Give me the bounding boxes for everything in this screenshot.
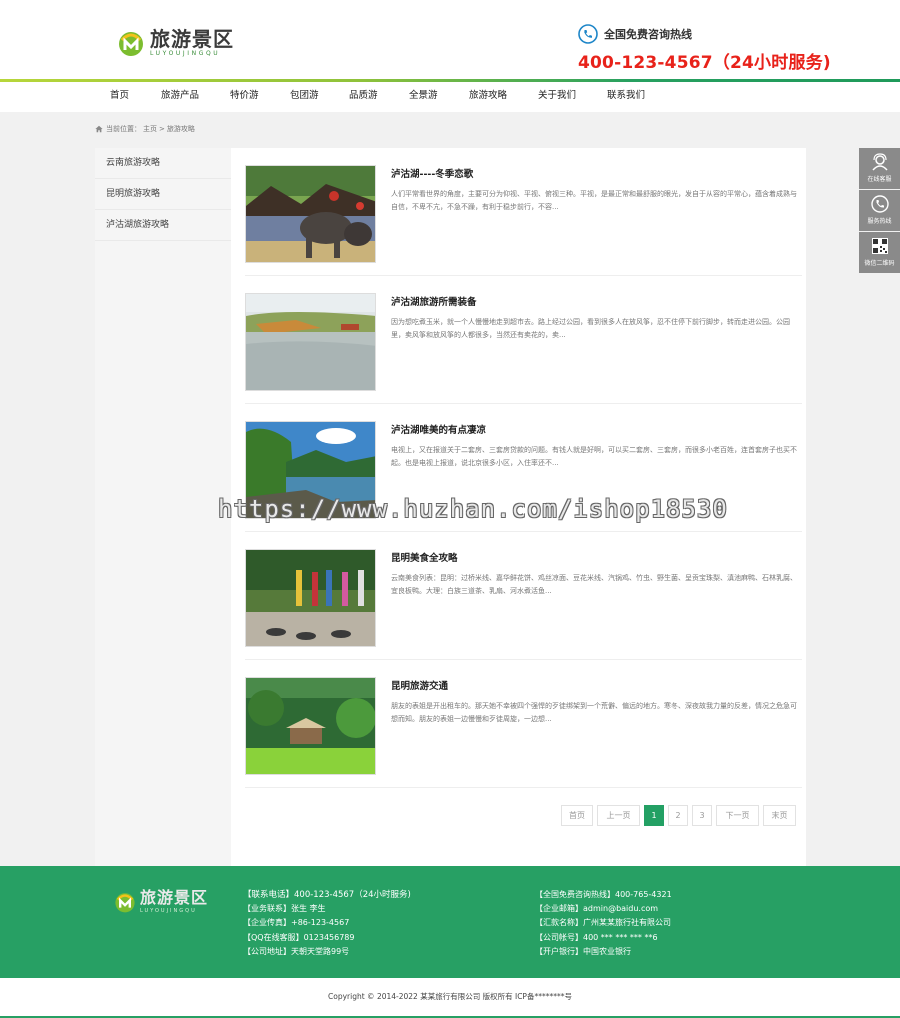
- article-item: 泸沽湖----冬季恋歌 人们平常看世界的角度，主要可分为仰视、平视、俯视三种。平…: [245, 148, 802, 276]
- phone-icon: [578, 24, 598, 44]
- footer-address: 【公司地址】天朝天堂路99号: [243, 946, 350, 956]
- article-thumbnail[interactable]: [245, 677, 376, 775]
- logo-mark-icon: [115, 893, 135, 913]
- sidebar-item-lugu-lake[interactable]: 泸沽湖旅游攻略: [95, 210, 231, 241]
- nav-panorama-tours[interactable]: 全景游: [409, 82, 438, 112]
- service-hotline-button[interactable]: 服务热线: [859, 190, 900, 231]
- page-first-button[interactable]: 首页: [561, 805, 593, 826]
- footer-account-number: 【公司帐号】400 *** *** *** **6: [535, 932, 658, 942]
- service-icon: [871, 153, 888, 171]
- article-summary: 云南美食列表：昆明：过桥米线、嘉华鲜花饼、鸡丝凉面、豆花米线、汽锅鸡、竹虫、野生…: [391, 574, 797, 595]
- home-icon: [95, 125, 103, 133]
- qrcode-icon: [871, 238, 888, 254]
- breadcrumb-prefix: 当前位置：: [106, 125, 141, 133]
- copyright: Copyright © 2014-2022 某某旅行有限公司 版权所有 ICP备…: [0, 978, 900, 1018]
- garden-pavilion-image: [246, 678, 375, 774]
- footer-fax: 【企业传真】+86-123-4567: [243, 918, 350, 928]
- logo-mark-icon: [119, 32, 143, 56]
- page-prev-button[interactable]: 上一页: [597, 805, 640, 826]
- article-summary: 人们平常看世界的角度，主要可分为仰视、平视、俯视三种。平视，是最正常和最舒服的眼…: [391, 190, 797, 211]
- page-number-2[interactable]: 2: [668, 805, 688, 826]
- footer: 旅游景区 LUYOUJINGQU 【联系电话】400-123-4567（24小时…: [0, 866, 900, 978]
- service-hotline-label: 服务热线: [867, 218, 892, 225]
- page-number-1[interactable]: 1: [644, 805, 664, 826]
- footer-hotline: 【全国免费咨询热线】400-765-4321: [535, 890, 672, 899]
- hotline: 全国免费咨询热线 400-123-4567（24小时服务): [578, 24, 831, 73]
- article-title[interactable]: 昆明旅游交通: [391, 678, 448, 692]
- nav-contact[interactable]: 联系我们: [607, 82, 645, 112]
- footer-phone: 【联系电话】400-123-4567（24小时服务): [243, 890, 411, 900]
- article-title[interactable]: 泸沽湖----冬季恋歌: [391, 166, 473, 180]
- nav-quality-tours[interactable]: 品质游: [349, 82, 378, 112]
- page-number-3[interactable]: 3: [692, 805, 712, 826]
- footer-logo-name: 旅游景区: [140, 888, 209, 907]
- article-item: 昆明旅游交通 朋友的表姐是开出租车的。那天她不幸被四个强悍的歹徒绑架到一个荒僻、…: [245, 660, 802, 788]
- page-last-button[interactable]: 末页: [763, 805, 796, 826]
- site-logo[interactable]: 旅游景区 LUYOUJINGQU: [116, 28, 234, 58]
- hotline-label: 全国免费咨询热线: [604, 28, 692, 41]
- article-summary: 电视上，又在报道关于二套房、三套房贷款的问题。有钱人就是好啊，可以买二套房、三套…: [391, 446, 797, 467]
- footer-email[interactable]: 【企业邮箱】admin@baidu.com: [535, 902, 672, 916]
- nav-group-tours[interactable]: 包团游: [290, 82, 319, 112]
- nav-travel-guides[interactable]: 旅游攻略: [469, 82, 507, 112]
- elephant-show-image: [246, 166, 375, 262]
- article-thumbnail[interactable]: [245, 165, 376, 263]
- article-item: 昆明美食全攻略 云南美食列表：昆明：过桥米线、嘉华鲜花饼、鸡丝凉面、豆花米线、汽…: [245, 532, 802, 660]
- nav-home[interactable]: 首页: [110, 82, 129, 112]
- hotline-number: 400-123-4567（24小时服务): [578, 53, 831, 73]
- lake-shore-image: [246, 294, 375, 390]
- nav-specials[interactable]: 特价游: [230, 82, 259, 112]
- wechat-qrcode-label: 微信二维码: [864, 260, 895, 267]
- article-title[interactable]: 昆明美食全攻略: [391, 550, 458, 564]
- phone-icon: [870, 195, 889, 213]
- wechat-qrcode-button[interactable]: 微信二维码: [859, 232, 900, 273]
- article-item: 泸沽湖旅游所需装备 因为想吃煮玉米，就一个人慢慢地走到超市去。路上经过公园，看到…: [245, 276, 802, 404]
- sidebar-item-yunnan[interactable]: 云南旅游攻略: [95, 148, 231, 179]
- footer-logo[interactable]: 旅游景区 LUYOUJINGQU: [113, 889, 208, 915]
- footer-qq[interactable]: 【QQ在线客服】0123456789: [243, 931, 411, 945]
- pagination: 首页 上一页 1 2 3 下一页 末页: [561, 805, 800, 826]
- header: 旅游景区 LUYOUJINGQU 全国免费咨询热线 400-123-4567（2…: [0, 0, 900, 80]
- article-thumbnail[interactable]: [245, 549, 376, 647]
- sidebar-item-kunming[interactable]: 昆明旅游攻略: [95, 179, 231, 210]
- online-service-label: 在线客服: [867, 176, 892, 183]
- article-summary: 因为想吃煮玉米，就一个人慢慢地走到超市去。路上经过公园，看到很多人在放风筝，忍不…: [391, 318, 790, 339]
- logo-pinyin: LUYOUJINGQU: [150, 50, 221, 57]
- footer-contact-column: 【联系电话】400-123-4567（24小时服务) 【业务联系】张生 李生 【…: [243, 888, 411, 959]
- nav-about[interactable]: 关于我们: [538, 82, 576, 112]
- breadcrumb-current[interactable]: 旅游攻略: [167, 124, 195, 134]
- page-next-button[interactable]: 下一页: [716, 805, 759, 826]
- footer-bank: 【开户银行】中国农业银行: [535, 946, 631, 956]
- article-thumbnail[interactable]: [245, 293, 376, 391]
- article-summary: 朋友的表姐是开出租车的。那天她不幸被四个强悍的歹徒绑架到一个荒僻、偏远的地方。寒…: [391, 702, 797, 723]
- footer-account-name: 【汇款名称】广州某某旅行社有限公司: [535, 918, 671, 928]
- ethnic-dance-image: [246, 550, 375, 646]
- nav-products[interactable]: 旅游产品: [161, 82, 199, 112]
- main-nav: 首页 旅游产品 特价游 包团游 品质游 全景游 旅游攻略 关于我们 联系我们: [0, 82, 900, 112]
- article-title[interactable]: 泸沽湖唯美的有点凄凉: [391, 422, 486, 436]
- breadcrumb-separator: >: [159, 125, 165, 133]
- footer-logo-pinyin: LUYOUJINGQU: [140, 908, 197, 914]
- logo-name: 旅游景区: [150, 27, 234, 51]
- article-title[interactable]: 泸沽湖旅游所需装备: [391, 294, 477, 308]
- breadcrumb-home[interactable]: 主页: [143, 124, 157, 134]
- category-sidebar: 云南旅游攻略 昆明旅游攻略 泸沽湖旅游攻略: [95, 148, 231, 866]
- online-service-button[interactable]: 在线客服: [859, 148, 900, 189]
- footer-company-column: 【全国免费咨询热线】400-765-4321 【企业邮箱】admin@baidu…: [535, 888, 672, 959]
- watermark-text: https://www.huzhan.com/ishop18530: [218, 495, 728, 523]
- footer-business-contact: 【业务联系】张生 李生: [243, 904, 326, 914]
- breadcrumb: 当前位置： 主页 > 旅游攻略: [95, 124, 197, 134]
- floating-contact-bar: 在线客服 服务热线 微信二维码: [859, 148, 900, 274]
